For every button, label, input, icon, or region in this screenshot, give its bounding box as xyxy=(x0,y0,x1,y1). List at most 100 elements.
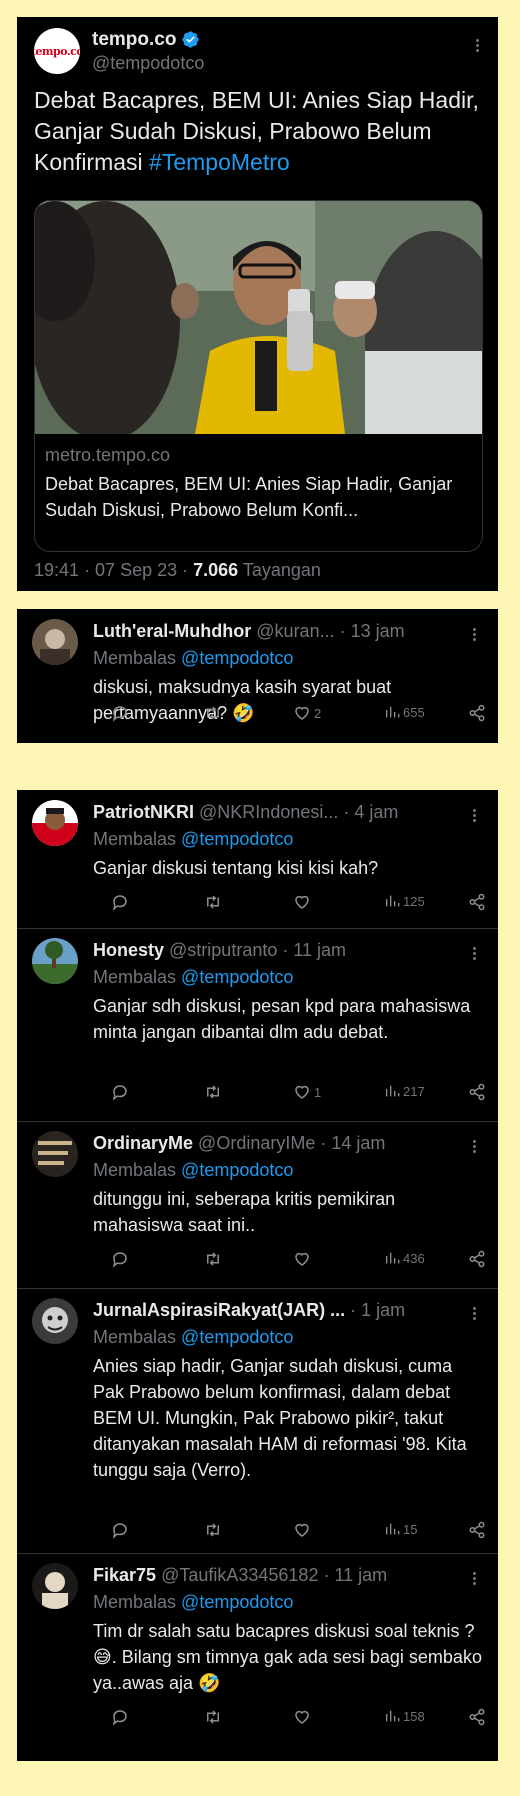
tweet-timestamp[interactable]: 19:41 · 07 Sep 23 · xyxy=(34,560,193,580)
reply-author-name[interactable]: OrdinaryMe xyxy=(93,1133,193,1153)
link-preview-card[interactable]: metro.tempo.co Debat Bacapres, BEM UI: A… xyxy=(34,200,483,552)
like-count: 1 xyxy=(314,1084,322,1100)
replying-to-handle[interactable]: @tempodotco xyxy=(181,1592,293,1612)
views-button[interactable]: 125 xyxy=(384,893,425,909)
reply-tweet[interactable]: Fikar75 @TaufikA33456182 · 11 jam Membal… xyxy=(17,1553,498,1761)
share-button[interactable] xyxy=(468,1521,486,1539)
tempo-logo-avatar[interactable]: tempo.co xyxy=(34,28,80,74)
main-tweet-card[interactable]: tempo.co tempo.co @tempodotco Debat Baca… xyxy=(17,17,498,591)
reply-author-handle[interactable]: @OrdinaryIMe xyxy=(198,1133,315,1153)
like-button[interactable] xyxy=(293,1250,314,1268)
share-button[interactable] xyxy=(468,704,486,722)
reply-author-name[interactable]: Honesty xyxy=(93,940,164,960)
replying-to-handle[interactable]: @tempodotco xyxy=(181,829,293,849)
retweet-button[interactable] xyxy=(203,1521,223,1539)
views-button[interactable]: 15 xyxy=(384,1521,417,1537)
view-count: 655 xyxy=(403,704,425,720)
reply-tweet[interactable]: Honesty @striputranto · 11 jam Membalas … xyxy=(17,928,498,1121)
retweet-icon xyxy=(207,706,219,720)
action-bar: 1 217 xyxy=(93,1083,493,1105)
views-button[interactable]: 655 xyxy=(384,704,425,720)
heart-icon xyxy=(295,895,309,909)
replying-to-handle[interactable]: @tempodotco xyxy=(181,648,293,668)
replying-to-handle[interactable]: @tempodotco xyxy=(181,1327,293,1347)
action-bar: 15 xyxy=(93,1521,493,1543)
avatar[interactable] xyxy=(32,1298,78,1344)
like-button[interactable] xyxy=(293,1708,314,1726)
view-count-label: Tayangan xyxy=(238,560,321,580)
share-button[interactable] xyxy=(468,1250,486,1268)
reply-time[interactable]: · 1 jam xyxy=(350,1300,405,1320)
replying-to-label: Membalas xyxy=(93,829,177,849)
replying-to: Membalas @tempodotco xyxy=(93,1160,293,1181)
avatar[interactable] xyxy=(32,619,78,665)
avatar[interactable] xyxy=(32,1563,78,1609)
reply-button[interactable] xyxy=(111,704,129,722)
reply-author-name[interactable]: PatriotNKRI xyxy=(93,802,194,822)
retweet-button[interactable] xyxy=(203,704,223,722)
reply-tweet[interactable]: OrdinaryMe @OrdinaryIMe · 14 jam Membala… xyxy=(17,1121,498,1288)
share-button[interactable] xyxy=(468,1083,486,1101)
reply-author-name[interactable]: Fikar75 xyxy=(93,1565,156,1585)
like-button[interactable]: 2 xyxy=(293,704,321,722)
replying-to-label: Membalas xyxy=(93,967,177,987)
retweet-icon xyxy=(207,1085,219,1099)
avatar[interactable] xyxy=(32,800,78,846)
more-options-icon[interactable] xyxy=(470,37,484,54)
article-photo[interactable] xyxy=(35,201,482,434)
retweet-button[interactable] xyxy=(203,1708,223,1726)
avatar[interactable] xyxy=(32,1131,78,1177)
views-button[interactable]: 158 xyxy=(384,1708,425,1724)
reply-time[interactable]: · 14 jam xyxy=(315,1133,385,1153)
hashtag-link[interactable]: #TempoMetro xyxy=(149,149,290,175)
reply-icon xyxy=(112,706,127,722)
views-button[interactable]: 217 xyxy=(384,1083,425,1099)
heart-icon xyxy=(295,1085,309,1099)
views-button[interactable]: 436 xyxy=(384,1250,425,1266)
retweet-icon xyxy=(207,1252,219,1266)
like-button[interactable] xyxy=(293,1521,314,1539)
reply-author-handle[interactable]: @TaufikA33456182 xyxy=(161,1565,318,1585)
reply-tweet[interactable]: PatriotNKRI @NKRIndonesi... · 4 jam Memb… xyxy=(17,790,498,928)
view-count: 436 xyxy=(403,1250,425,1266)
reply-button[interactable] xyxy=(111,1521,129,1539)
reply-author-handle[interactable]: @kuran... xyxy=(256,621,334,641)
reply-button[interactable] xyxy=(111,1708,129,1726)
retweet-button[interactable] xyxy=(203,1250,223,1268)
more-options-icon[interactable] xyxy=(467,807,481,824)
share-button[interactable] xyxy=(468,893,486,911)
reply-time[interactable]: · 11 jam xyxy=(318,1565,387,1585)
view-count: 15 xyxy=(403,1521,418,1537)
more-options-icon[interactable] xyxy=(467,1138,481,1155)
reply-button[interactable] xyxy=(111,1083,129,1101)
reply-time[interactable]: · 4 jam xyxy=(338,802,398,822)
reply-time[interactable]: · 11 jam xyxy=(277,940,346,960)
reply-author-name[interactable]: JurnalAspirasiRakyat(JAR) ... xyxy=(93,1300,345,1320)
author-name[interactable]: tempo.co xyxy=(92,29,176,51)
like-button[interactable] xyxy=(293,893,314,911)
reply-tweet[interactable]: Luth'eral-Muhdhor @kuran... · 13 jam Mem… xyxy=(17,609,498,743)
share-button[interactable] xyxy=(468,1708,486,1726)
more-options-icon[interactable] xyxy=(467,945,481,962)
retweet-icon xyxy=(207,895,219,909)
reply-author-handle[interactable]: @NKRIndonesi... xyxy=(199,802,338,822)
replying-to-handle[interactable]: @tempodotco xyxy=(181,1160,293,1180)
retweet-button[interactable] xyxy=(203,1083,223,1101)
replying-to-handle[interactable]: @tempodotco xyxy=(181,967,293,987)
retweet-button[interactable] xyxy=(203,893,223,911)
reply-time[interactable]: · 13 jam xyxy=(335,621,405,641)
replying-to: Membalas @tempodotco xyxy=(93,1327,293,1348)
reply-tweet[interactable]: JurnalAspirasiRakyat(JAR) ... · 1 jam Me… xyxy=(17,1288,498,1553)
avatar[interactable] xyxy=(32,938,78,984)
reply-author-name[interactable]: Luth'eral-Muhdhor xyxy=(93,621,251,641)
more-options-icon[interactable] xyxy=(467,1570,481,1587)
more-options-icon[interactable] xyxy=(467,626,481,643)
author-handle[interactable]: @tempodotco xyxy=(92,53,204,74)
reply-author-handle[interactable]: @striputranto xyxy=(169,940,277,960)
more-options-icon[interactable] xyxy=(467,1305,481,1322)
reply-text: Tim dr salah satu bacapres diskusi soal … xyxy=(93,1621,482,1693)
reply-button[interactable] xyxy=(111,1250,129,1268)
like-button[interactable]: 1 xyxy=(293,1083,321,1101)
action-bar: 436 xyxy=(93,1250,493,1272)
reply-button[interactable] xyxy=(111,893,129,911)
